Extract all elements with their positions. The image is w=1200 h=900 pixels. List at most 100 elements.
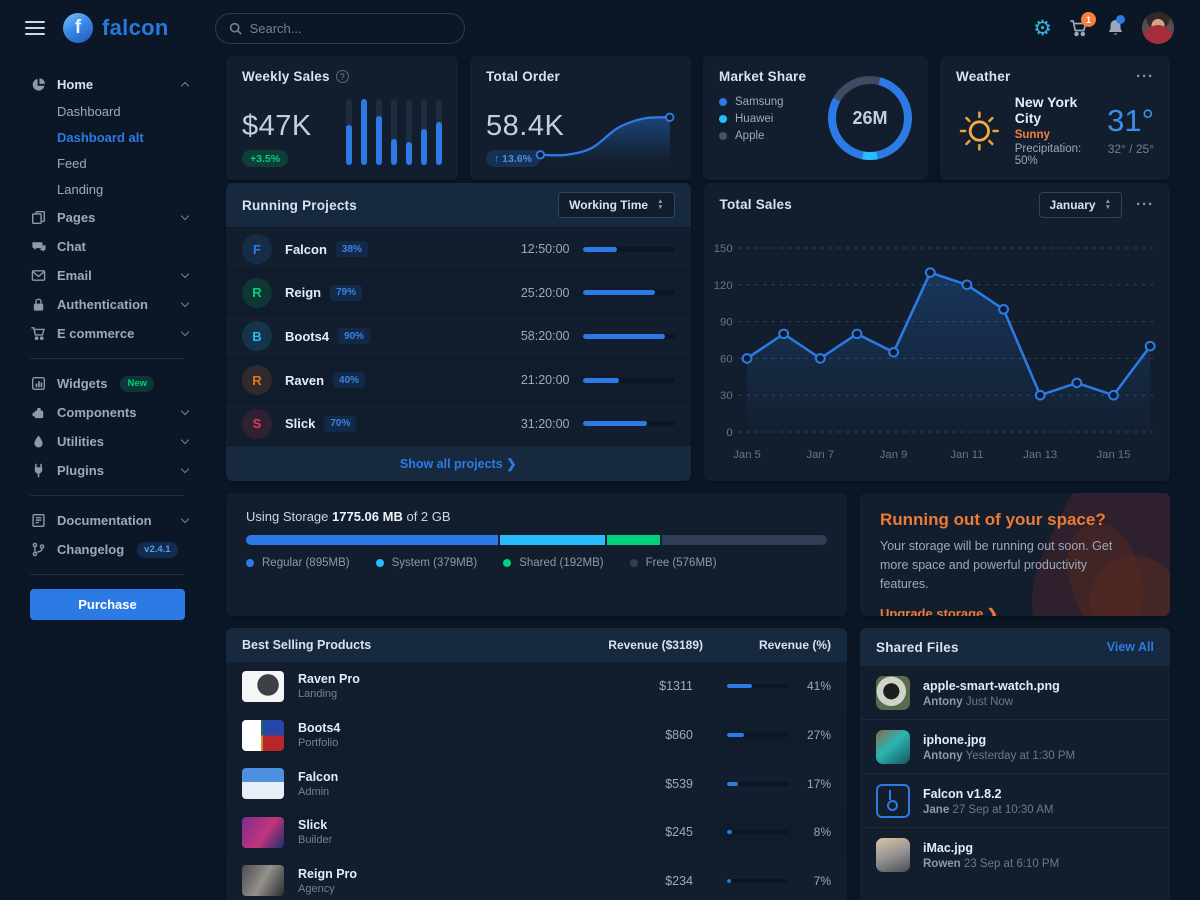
svg-text:Jan 15: Jan 15: [1096, 449, 1130, 461]
bar: [406, 99, 412, 165]
legend-dot: [719, 132, 727, 140]
product-thumbnail: [242, 865, 284, 896]
brand-name: falcon: [102, 15, 169, 41]
pages-icon: [30, 210, 46, 225]
sidebar-item-changelog[interactable]: Changelog v2.4.1: [0, 535, 210, 564]
project-name-link[interactable]: Falcon: [285, 242, 327, 257]
shared-files-card: Shared Files View All apple-smart-watch.…: [860, 628, 1170, 900]
project-name-link[interactable]: Reign: [285, 285, 321, 300]
bar: [421, 99, 427, 165]
product-percent-bar: [727, 684, 789, 688]
product-name-link[interactable]: Reign Pro: [298, 867, 575, 881]
project-time: 21:20:00: [521, 373, 570, 387]
storage-segment: [246, 535, 500, 545]
sidebar-item-widgets[interactable]: Widgets New: [0, 369, 210, 398]
sidebar-item-ecommerce[interactable]: E commerce: [0, 319, 210, 348]
running-projects-header: Running Projects Working Time ▲▼: [226, 183, 691, 227]
sidebar-item-feed[interactable]: Feed: [0, 151, 210, 177]
navbar-icons: ⚙ 1: [1033, 12, 1174, 44]
sidebar-item-email[interactable]: Email: [0, 261, 210, 290]
shared-files-title: Shared Files: [876, 640, 959, 655]
file-thumbnail: [876, 730, 910, 764]
legend-item: Shared (192MB): [503, 557, 603, 569]
product-price: $1311: [575, 679, 693, 693]
search-box: [215, 13, 465, 44]
falcon-dashboard: f falcon ⚙ 1 Home: [0, 0, 1200, 900]
product-percent-bar: [727, 733, 789, 737]
brand-logo[interactable]: f falcon: [63, 13, 169, 43]
sidebar-item-plugins[interactable]: Plugins: [0, 456, 210, 485]
help-icon[interactable]: ?: [336, 70, 349, 83]
hamburger-menu-icon[interactable]: [25, 21, 45, 35]
code-branch-icon: [30, 542, 46, 557]
file-owner: Antony: [923, 750, 963, 762]
product-row: Boots4 Portfolio $860 27%: [226, 711, 847, 760]
file-name-link[interactable]: iphone.jpg: [923, 733, 1075, 747]
project-time: 12:50:00: [521, 242, 570, 256]
project-name-link[interactable]: Raven: [285, 373, 324, 388]
sidebar-item-home[interactable]: Home: [0, 70, 210, 99]
more-menu-icon[interactable]: ···: [1136, 74, 1154, 80]
sidebar-item-documentation[interactable]: Documentation: [0, 506, 210, 535]
product-name-link[interactable]: Slick: [298, 818, 575, 832]
product-percent: 17%: [789, 777, 831, 791]
upgrade-storage-link[interactable]: Upgrade storage ❯: [880, 606, 998, 616]
project-progress-fill: [583, 421, 647, 426]
widgets-new-badge: New: [120, 376, 154, 392]
settings-gear-icon[interactable]: ⚙: [1033, 18, 1052, 39]
file-time: 23 Sep at 6:10 PM: [964, 858, 1059, 870]
weather-title: Weather: [956, 69, 1010, 84]
product-percent: 27%: [789, 728, 831, 742]
sidebar-item-landing[interactable]: Landing: [0, 177, 210, 203]
sidebar-item-dashboard-alt[interactable]: Dashboard alt: [0, 125, 210, 151]
shopping-cart-icon: [30, 326, 46, 341]
user-avatar[interactable]: [1142, 12, 1174, 44]
sidebar-item-utilities[interactable]: Utilities: [0, 427, 210, 456]
shared-file-row: iMac.jpg Rowen 23 Sep at 6:10 PM: [860, 827, 1170, 881]
project-percent-badge: 79%: [330, 285, 362, 301]
sidebar-divider: [30, 358, 185, 359]
sidebar-item-components[interactable]: Components: [0, 398, 210, 427]
project-progress-bar: [583, 247, 675, 252]
file-owner: Rowen: [923, 858, 961, 870]
show-all-projects-link[interactable]: Show all projects ❯: [226, 445, 691, 481]
more-menu-icon[interactable]: ···: [1136, 202, 1154, 208]
project-avatar: F: [242, 234, 272, 264]
storage-used: 1775.06 MB: [332, 509, 403, 524]
notifications-bell-icon[interactable]: [1106, 18, 1125, 38]
total-order-title: Total Order: [486, 69, 560, 84]
view-all-link[interactable]: View All: [1107, 640, 1154, 654]
project-percent-badge: 40%: [333, 372, 365, 388]
product-name-link[interactable]: Boots4: [298, 721, 575, 735]
project-row: B Boots4 90% 58:20:00: [226, 314, 691, 358]
sidebar-item-dashboard[interactable]: Dashboard: [0, 99, 210, 125]
revenue-column-header: Revenue ($3189): [553, 638, 703, 652]
svg-text:60: 60: [720, 354, 733, 366]
cart-icon[interactable]: 1: [1069, 18, 1089, 38]
month-select[interactable]: January ▲▼: [1039, 192, 1122, 218]
file-name-link[interactable]: Falcon v1.8.2: [923, 787, 1053, 801]
file-time: Yesterday at 1:30 PM: [966, 750, 1076, 762]
sidebar-item-authentication[interactable]: Authentication: [0, 290, 210, 319]
file-name-link[interactable]: iMac.jpg: [923, 841, 1059, 855]
email-icon: [30, 268, 46, 283]
lock-icon: [30, 297, 46, 312]
working-time-select[interactable]: Working Time ▲▼: [558, 192, 674, 218]
search-input[interactable]: [250, 21, 451, 36]
revenue-percent-column-header: Revenue (%): [703, 638, 831, 652]
file-name-link[interactable]: apple-smart-watch.png: [923, 679, 1060, 693]
sidebar-item-pages[interactable]: Pages: [0, 203, 210, 232]
total-sales-title: Total Sales: [720, 197, 792, 212]
sidebar: Home Dashboard Dashboard alt Feed Landin…: [0, 56, 210, 900]
chevron-up-icon: [181, 82, 189, 90]
sidebar-item-chat[interactable]: Chat: [0, 232, 210, 261]
product-price: $245: [575, 825, 693, 839]
purchase-button[interactable]: Purchase: [30, 589, 185, 620]
widgets-icon: [30, 376, 46, 391]
product-name-link[interactable]: Raven Pro: [298, 672, 575, 686]
bar: [361, 99, 367, 165]
project-name-link[interactable]: Slick: [285, 416, 315, 431]
project-progress-fill: [583, 290, 656, 295]
product-name-link[interactable]: Falcon: [298, 770, 575, 784]
project-name-link[interactable]: Boots4: [285, 329, 329, 344]
